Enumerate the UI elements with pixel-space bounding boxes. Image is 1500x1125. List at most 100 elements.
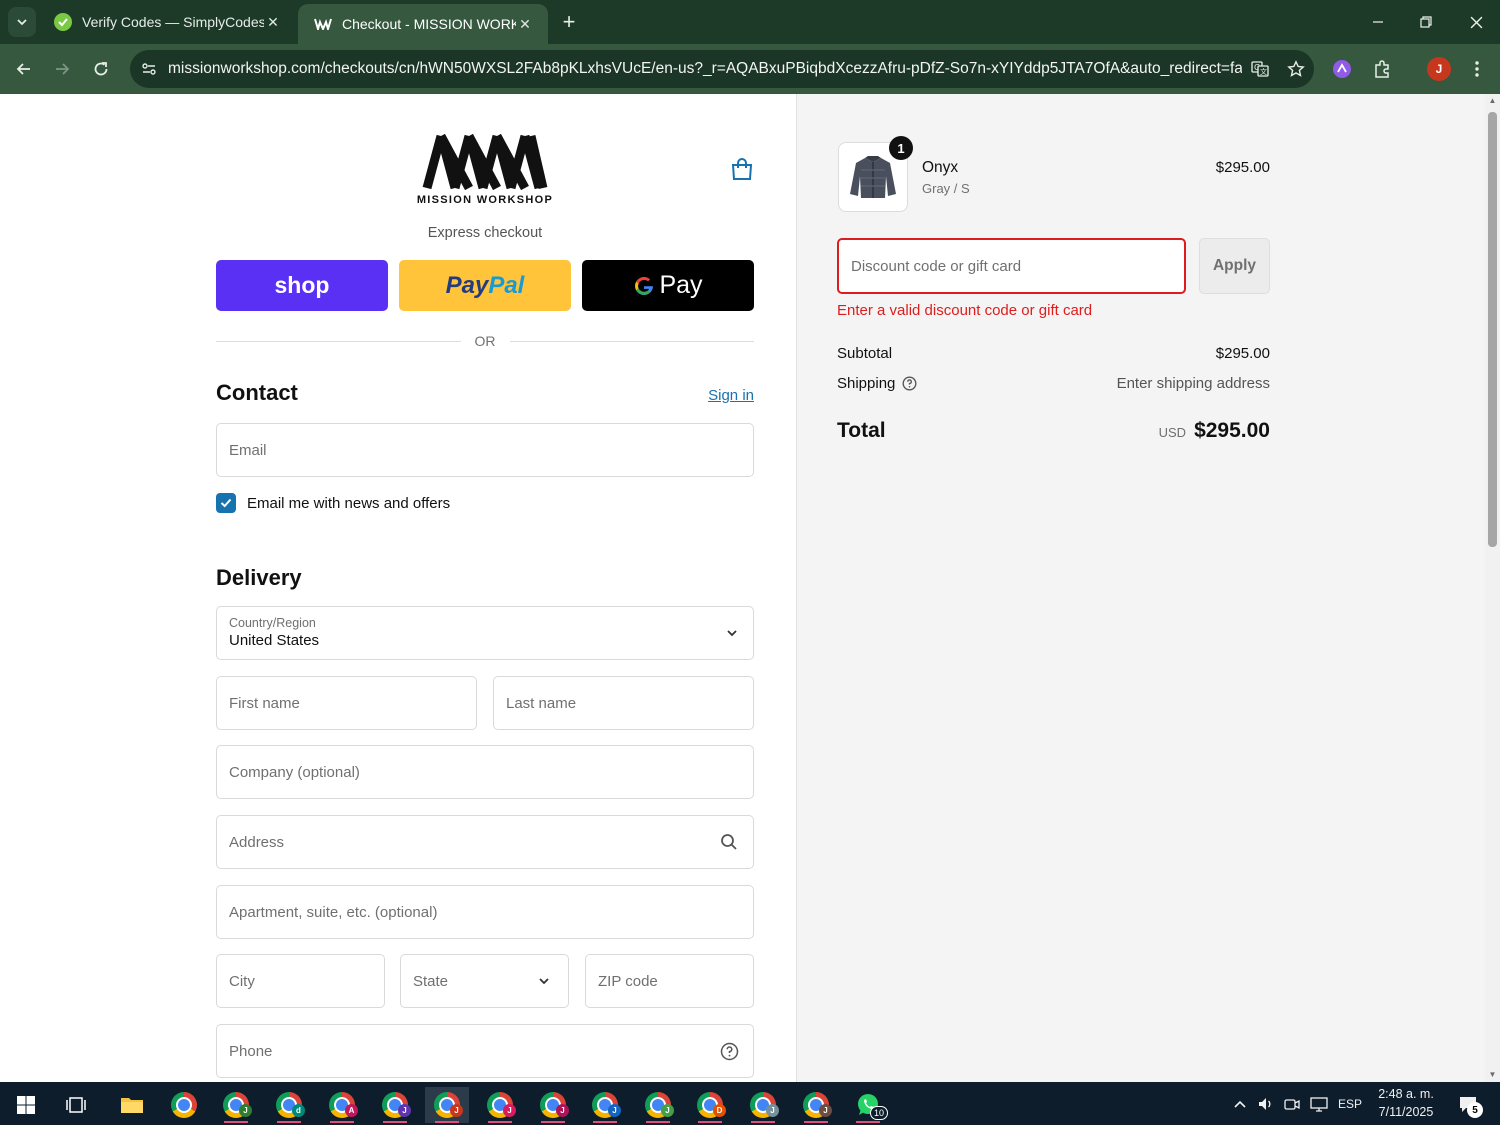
chrome-profile-taskbar-app[interactable]: J	[741, 1087, 785, 1123]
state-select[interactable]: State	[400, 954, 569, 1008]
translate-icon[interactable]: G文	[1242, 59, 1278, 79]
first-name-placeholder: First name	[229, 694, 300, 712]
back-button[interactable]	[9, 54, 39, 84]
windows-taskbar: J d A J J J J J J D J J 10 ESP 2:48 a. m…	[0, 1082, 1500, 1125]
company-field[interactable]: Company (optional)	[216, 745, 754, 799]
chrome-icon	[171, 1092, 197, 1118]
forward-button[interactable]	[47, 54, 77, 84]
minimize-button[interactable]	[1354, 0, 1402, 44]
bookmark-star-icon[interactable]	[1278, 60, 1314, 78]
start-button[interactable]	[4, 1087, 48, 1123]
apply-discount-button[interactable]: Apply	[1199, 238, 1270, 294]
subtotal-label: Subtotal	[837, 345, 893, 362]
chrome-profile-taskbar-app[interactable]: J	[636, 1087, 680, 1123]
or-label: OR	[474, 333, 496, 349]
browser-menu-icon[interactable]	[1464, 56, 1490, 82]
chrome-profile-taskbar-app[interactable]: J	[531, 1087, 575, 1123]
extensions-puzzle-icon[interactable]	[1369, 56, 1395, 82]
delivery-heading: Delivery	[216, 565, 302, 590]
mission-workshop-logo[interactable]	[419, 134, 551, 192]
reload-button[interactable]	[86, 54, 116, 84]
taskbar-clock[interactable]: 2:48 a. m. 7/11/2025	[1370, 1085, 1442, 1121]
shop-pay-label: shop	[274, 272, 330, 298]
tab-verify-codes[interactable]: Verify Codes — SimplyCodes ✕	[38, 0, 296, 44]
zip-field[interactable]: ZIP code	[585, 954, 754, 1008]
reload-icon	[94, 62, 108, 76]
contact-heading: Contact	[216, 380, 298, 405]
country-select[interactable]: Country/Region United States	[216, 606, 754, 660]
address-field[interactable]: Address	[216, 815, 754, 869]
svg-text:文: 文	[1260, 67, 1267, 76]
show-hidden-icons-button[interactable]	[1228, 1082, 1252, 1125]
tab-search-button[interactable]	[8, 7, 36, 37]
product-variant: Gray / S	[922, 181, 970, 196]
chrome-profile-taskbar-app[interactable]: J	[478, 1087, 522, 1123]
sign-in-link[interactable]: Sign in	[690, 387, 754, 404]
currency-code: USD	[1158, 425, 1187, 440]
chrome-profile-taskbar-app[interactable]: J	[425, 1087, 469, 1123]
chrome-profile-taskbar-app[interactable]: J	[583, 1087, 627, 1123]
or-divider: OR	[216, 331, 754, 351]
chrome-profile-taskbar-app[interactable]: D	[688, 1087, 732, 1123]
last-name-placeholder: Last name	[506, 694, 577, 712]
tab-close-icon[interactable]: ✕	[264, 14, 282, 31]
apartment-field[interactable]: Apartment, suite, etc. (optional)	[216, 885, 754, 939]
chrome-profile-taskbar-app[interactable]: d	[267, 1087, 311, 1123]
company-placeholder: Company (optional)	[229, 763, 360, 781]
page-scrollbar[interactable]: ▲ ▼	[1485, 94, 1500, 1082]
task-view-button[interactable]	[54, 1087, 98, 1123]
chrome-profile-taskbar-app[interactable]: J	[373, 1087, 417, 1123]
input-language-indicator[interactable]: ESP	[1334, 1082, 1366, 1125]
chevron-down-icon	[532, 974, 556, 988]
google-pay-button[interactable]: Pay	[582, 260, 754, 311]
product-price: $295.00	[1215, 159, 1270, 176]
back-arrow-icon	[16, 63, 30, 75]
paypal-button[interactable]: Pay Pal	[399, 260, 571, 311]
chrome-profile-taskbar-app[interactable]: J	[794, 1087, 838, 1123]
meet-now-icon[interactable]	[1280, 1082, 1304, 1125]
help-circle-icon[interactable]	[902, 376, 917, 391]
shipping-label: Shipping	[837, 375, 896, 392]
chrome-profile-taskbar-app[interactable]: A	[320, 1087, 364, 1123]
email-field[interactable]: Email	[216, 423, 754, 477]
chevron-down-icon	[17, 19, 27, 26]
chevron-down-icon	[727, 630, 737, 637]
newsletter-option[interactable]: Email me with news and offers	[216, 493, 450, 513]
restore-button[interactable]	[1402, 0, 1450, 44]
phone-field[interactable]: Phone	[216, 1024, 754, 1078]
shopping-bag-icon[interactable]	[729, 156, 755, 182]
scrollbar-thumb[interactable]	[1488, 112, 1497, 547]
extension-icon[interactable]	[1329, 56, 1355, 82]
city-placeholder: City	[229, 972, 255, 990]
last-name-field[interactable]: Last name	[493, 676, 754, 730]
scroll-down-arrow-icon[interactable]: ▼	[1488, 1071, 1497, 1079]
chrome-taskbar-app[interactable]	[162, 1087, 206, 1123]
tab-checkout[interactable]: Checkout - MISSION WORKSHOP ✕	[298, 4, 548, 44]
discount-code-input[interactable]: Discount code or gift card	[837, 238, 1186, 294]
google-pay-label: Pay	[659, 271, 703, 299]
city-field[interactable]: City	[216, 954, 385, 1008]
volume-icon[interactable]	[1254, 1082, 1278, 1125]
file-explorer-button[interactable]	[110, 1087, 154, 1123]
site-info-icon[interactable]	[130, 61, 168, 77]
subtotal-row: Subtotal $295.00	[837, 345, 1270, 362]
chrome-profile-taskbar-app[interactable]: J	[214, 1087, 258, 1123]
address-bar[interactable]: missionworkshop.com/checkouts/cn/hWN50WX…	[130, 50, 1314, 88]
tab-close-icon[interactable]: ✕	[516, 16, 534, 33]
forward-arrow-icon	[56, 63, 70, 75]
new-tab-button[interactable]: +	[556, 7, 582, 37]
help-circle-icon[interactable]	[717, 1042, 741, 1061]
folder-icon	[121, 1098, 143, 1113]
whatsapp-taskbar-app[interactable]: 10	[846, 1087, 890, 1123]
newsletter-checkbox[interactable]	[216, 493, 236, 513]
network-icon[interactable]	[1306, 1082, 1332, 1125]
shop-pay-button[interactable]: shop	[216, 260, 388, 311]
clock-date: 7/11/2025	[1378, 1105, 1434, 1119]
zip-placeholder: ZIP code	[598, 972, 658, 990]
whatsapp-badge: 10	[870, 1106, 888, 1120]
checkmark-icon	[220, 498, 232, 508]
close-window-button[interactable]	[1452, 0, 1500, 44]
profile-avatar[interactable]: J	[1427, 57, 1451, 81]
scroll-up-arrow-icon[interactable]: ▲	[1488, 97, 1497, 105]
first-name-field[interactable]: First name	[216, 676, 477, 730]
